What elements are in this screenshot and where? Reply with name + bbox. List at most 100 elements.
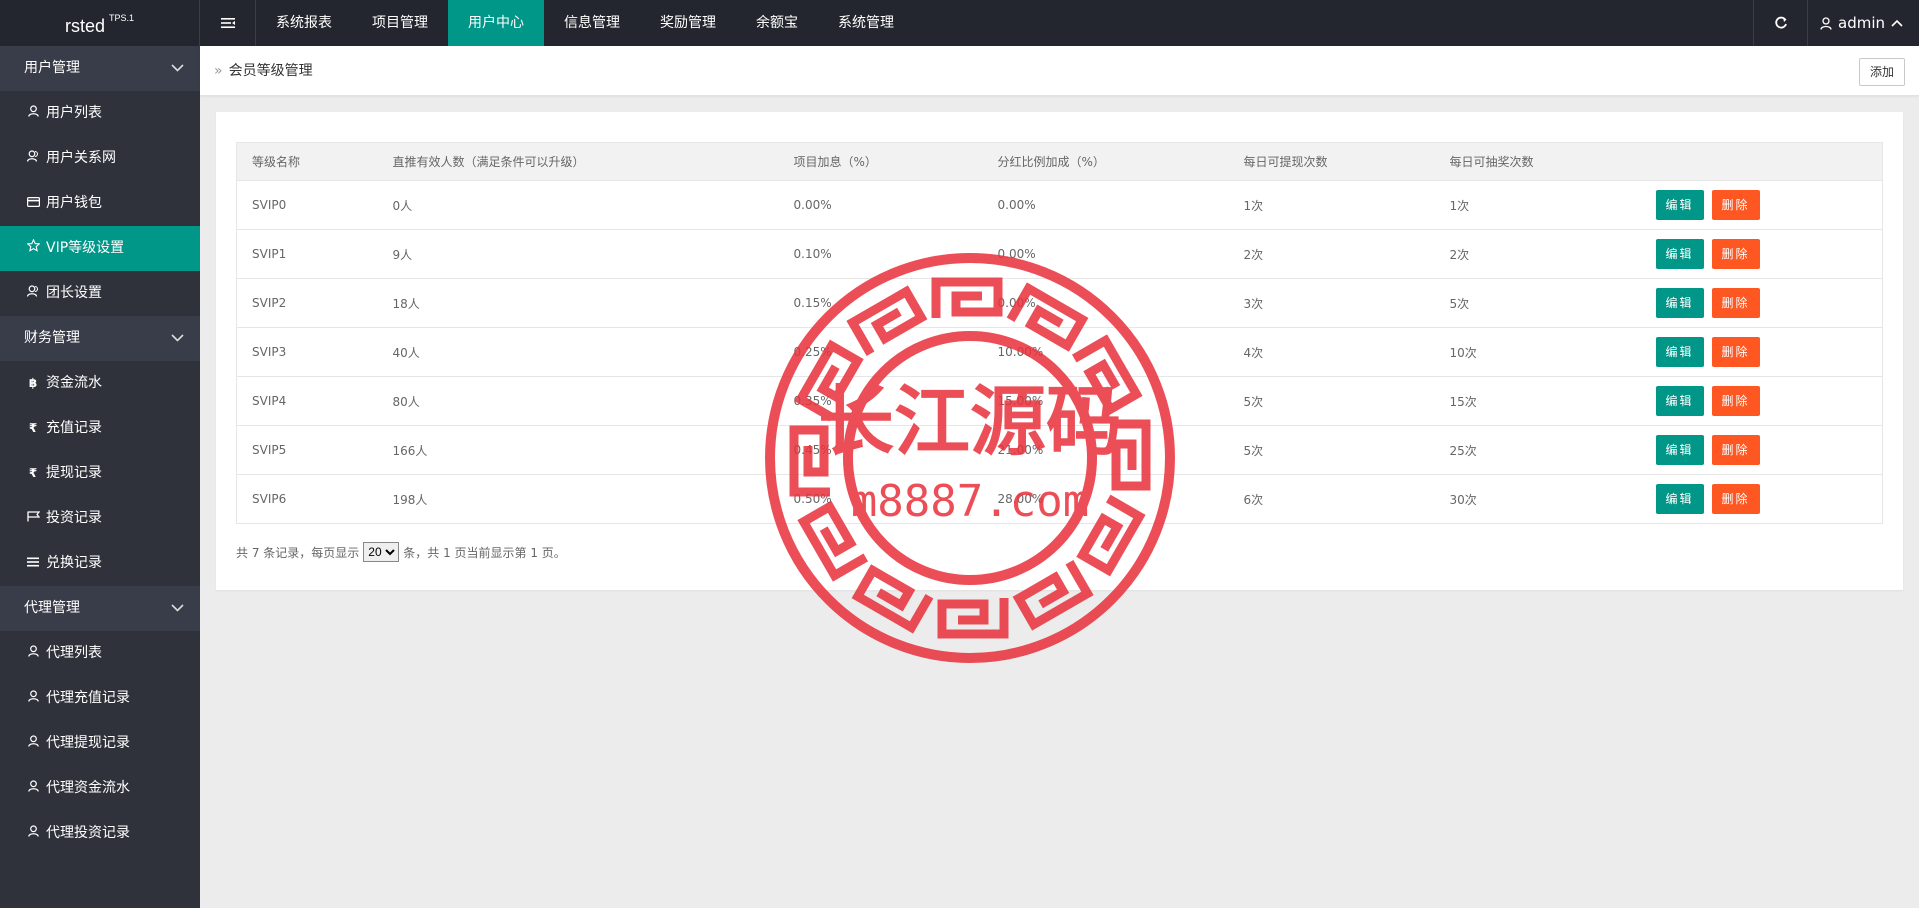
table-cell: SVIP5	[236, 425, 378, 475]
table-cell: 10.00%	[982, 327, 1229, 377]
table-cell: 0.45%	[778, 425, 983, 475]
sidebar-item-label: 代理列表	[46, 645, 102, 661]
users-icon	[26, 136, 40, 181]
delete-button[interactable]: 删除	[1711, 435, 1760, 465]
sidebar-item[interactable]: 代理投资记录	[0, 811, 200, 856]
table-row: SVIP6 198人 0.50% 28.00% 6次 30次 编辑 删除	[236, 474, 1883, 524]
table-row: SVIP1 9人 0.10% 0.00% 2次 2次 编辑 删除	[236, 229, 1883, 279]
top-nav-item[interactable]: 奖励管理	[640, 0, 736, 46]
table-cell: 198人	[377, 474, 779, 524]
table-cell: 0.35%	[778, 376, 983, 426]
table-cell: SVIP0	[236, 180, 378, 230]
chevron-down-icon	[171, 46, 184, 91]
pager-suffix: 条，共 1 页当前显示第 1 页。	[403, 545, 566, 560]
sidebar-item[interactable]: 兑换记录	[0, 541, 200, 586]
sidebar-item-label: 兑换记录	[46, 555, 102, 571]
pager-prefix: 共 7 条记录，每页显示	[236, 545, 360, 560]
refresh-button[interactable]	[1753, 0, 1807, 46]
delete-button[interactable]: 删除	[1711, 386, 1760, 416]
sidebar-group[interactable]: 用户管理	[0, 46, 200, 91]
top-nav-item[interactable]: 余额宝	[736, 0, 818, 46]
row-actions: 编辑 删除	[1640, 278, 1883, 328]
sidebar-item[interactable]: 团长设置	[0, 271, 200, 316]
edit-button[interactable]: 编辑	[1655, 435, 1704, 465]
top-nav-item[interactable]: 项目管理	[352, 0, 448, 46]
sidebar-item-label: 代理提现记录	[46, 735, 130, 751]
flag-icon	[26, 496, 40, 541]
table-cell: 0人	[377, 180, 779, 230]
sidebar-item[interactable]: 代理充值记录	[0, 676, 200, 721]
table-header-cell: 每日可提现次数	[1228, 142, 1435, 181]
sidebar-item[interactable]: 代理列表	[0, 631, 200, 676]
edit-button[interactable]: 编辑	[1655, 288, 1704, 318]
sidebar-item[interactable]: 用户钱包	[0, 181, 200, 226]
sidebar-item[interactable]: 代理资金流水	[0, 766, 200, 811]
user-icon	[26, 631, 40, 676]
table-row: SVIP5 166人 0.45% 21.00% 5次 25次 编辑 删除	[236, 425, 1883, 475]
pagination: 共 7 条记录，每页显示 20 条，共 1 页当前显示第 1 页。	[236, 542, 566, 562]
sidebar-item[interactable]: 用户列表	[0, 91, 200, 136]
logo-text: rsted	[64, 16, 105, 36]
page-size-select[interactable]: 20	[363, 542, 400, 562]
table-header-cell: 直推有效人数（满足条件可以升级）	[377, 142, 779, 181]
user-icon	[26, 676, 40, 721]
row-actions: 编辑 删除	[1640, 180, 1883, 230]
top-nav-item[interactable]: 用户中心	[448, 0, 544, 46]
add-button[interactable]: 添加	[1858, 58, 1905, 86]
users-icon	[26, 271, 40, 316]
table-cell: 0.10%	[778, 229, 983, 279]
top-nav-item[interactable]: 系统管理	[818, 0, 914, 46]
sidebar-item-label: 资金流水	[46, 375, 102, 391]
edit-button[interactable]: 编辑	[1655, 484, 1704, 514]
sidebar-item[interactable]: VIP等级设置	[0, 226, 200, 271]
user-icon	[26, 766, 40, 811]
user-menu[interactable]: admin	[1807, 0, 1919, 46]
sidebar-item-label: 充值记录	[46, 420, 102, 436]
row-actions: 编辑 删除	[1640, 425, 1883, 475]
app-logo[interactable]: rsted TPS.1	[0, 0, 200, 46]
sidebar-item[interactable]: 代理提现记录	[0, 721, 200, 766]
top-header: rsted TPS.1 系统报表 项目管理 用户中心 信息管理 奖励管理 余额宝 系统管理 a…	[0, 0, 1919, 46]
table-cell: 0.00%	[982, 278, 1229, 328]
star-icon	[25, 226, 41, 271]
table-cell: 10次	[1434, 327, 1641, 377]
sidebar-item[interactable]: 用户关系网	[0, 136, 200, 181]
page-title: 会员等级管理	[228, 63, 313, 79]
edit-button[interactable]: 编辑	[1655, 190, 1704, 220]
top-nav-item[interactable]: 系统报表	[256, 0, 352, 46]
table-cell: 1次	[1434, 180, 1641, 230]
table-cell: 0.25%	[778, 327, 983, 377]
sidebar-item[interactable]: ₹ 提现记录	[0, 451, 200, 496]
table-cell: SVIP4	[236, 376, 378, 426]
table-cell: 80人	[377, 376, 779, 426]
credit-card-icon	[26, 181, 40, 226]
sidebar-group-label: 用户管理	[24, 60, 80, 76]
sidebar-item[interactable]: 投资记录	[0, 496, 200, 541]
edit-button[interactable]: 编辑	[1655, 386, 1704, 416]
table-cell: 2次	[1434, 229, 1641, 279]
menu-toggle-button[interactable]	[200, 0, 256, 46]
sidebar-group[interactable]: 代理管理	[0, 586, 200, 631]
chevron-down-icon	[171, 586, 184, 631]
sidebar-item-label: 团长设置	[46, 285, 102, 301]
table-header-row: 等级名称 直推有效人数（满足条件可以升级） 项目加息（%） 分红比例加成（%） 每日可提…	[236, 142, 1883, 181]
table-cell: 9人	[377, 229, 779, 279]
table-cell: 30次	[1434, 474, 1641, 524]
row-actions: 编辑 删除	[1640, 327, 1883, 377]
delete-button[interactable]: 删除	[1711, 484, 1760, 514]
table-cell: SVIP3	[236, 327, 378, 377]
delete-button[interactable]: 删除	[1711, 337, 1760, 367]
edit-button[interactable]: 编辑	[1655, 337, 1704, 367]
vip-level-table: 等级名称 直推有效人数（满足条件可以升级） 项目加息（%） 分红比例加成（%） 每日可提…	[236, 142, 1883, 524]
sidebar-item-label: 代理充值记录	[46, 690, 130, 706]
sidebar-group[interactable]: 财务管理	[0, 316, 200, 361]
delete-button[interactable]: 删除	[1711, 288, 1760, 318]
top-nav-item[interactable]: 信息管理	[544, 0, 640, 46]
edit-button[interactable]: 编辑	[1655, 239, 1704, 269]
table-row: SVIP4 80人 0.35% 15.00% 5次 15次 编辑 删除	[236, 376, 1883, 426]
delete-button[interactable]: 删除	[1711, 190, 1760, 220]
list-icon	[26, 541, 40, 586]
sidebar-item[interactable]: ฿ 资金流水	[0, 361, 200, 406]
delete-button[interactable]: 删除	[1711, 239, 1760, 269]
sidebar-item[interactable]: ₹ 充值记录	[0, 406, 200, 451]
